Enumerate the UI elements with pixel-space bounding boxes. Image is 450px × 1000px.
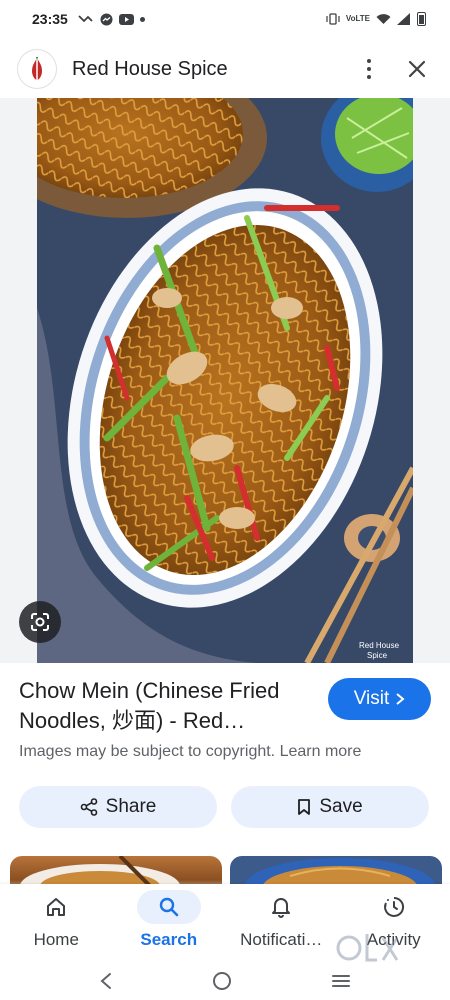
signal-icon	[397, 13, 410, 25]
chevron-right-icon	[396, 693, 405, 705]
close-icon[interactable]	[402, 54, 432, 84]
save-label: Save	[319, 796, 363, 817]
share-label: Share	[105, 796, 157, 817]
nav-search[interactable]: Search	[113, 884, 226, 962]
nav-home-label: Home	[33, 930, 79, 949]
bell-icon	[272, 898, 291, 918]
nav-home[interactable]: Home	[0, 884, 113, 962]
volte-label: VoLTE	[346, 15, 370, 23]
related-image-thumbnail[interactable]	[10, 856, 222, 886]
activity-icon-wrap	[362, 890, 426, 924]
nav-search-label: Search	[140, 930, 198, 949]
save-button[interactable]: Save	[231, 786, 429, 828]
status-time: 23:35	[32, 11, 68, 27]
related-images	[0, 856, 450, 886]
visit-button[interactable]: Visit	[328, 678, 431, 720]
missed-call-icon	[78, 15, 93, 23]
chili-logo-icon[interactable]	[18, 50, 56, 88]
nav-notifications-label: Notificati…	[240, 930, 323, 949]
home-icon-wrap	[24, 890, 88, 924]
search-icon	[159, 897, 179, 917]
share-icon	[80, 798, 97, 816]
more-notifications-dot	[139, 16, 145, 22]
chow-mein-image[interactable]: Red House Spice	[37, 98, 413, 663]
notification-icons	[78, 13, 145, 26]
viewer-header: Red House Spice	[0, 42, 450, 96]
network-label: VoLTE	[345, 14, 370, 23]
recents-icon[interactable]	[331, 973, 351, 989]
status-bar: 23:35 VoLTE	[0, 0, 450, 38]
battery-icon	[417, 12, 426, 26]
activity-icon	[383, 896, 404, 917]
related-image-thumbnail[interactable]	[230, 856, 442, 886]
bookmark-icon	[298, 799, 311, 815]
google-lens-icon[interactable]	[19, 601, 61, 643]
share-button[interactable]: Share	[19, 786, 217, 828]
youtube-icon	[118, 13, 134, 25]
home-circle-icon[interactable]	[212, 971, 232, 991]
bell-icon-wrap	[249, 890, 313, 924]
wifi-icon	[376, 14, 391, 24]
back-icon[interactable]	[99, 972, 113, 990]
copyright-notice[interactable]: Images may be subject to copyright. Lear…	[19, 743, 361, 761]
svg-text:Spice: Spice	[367, 651, 388, 660]
more-vert-icon[interactable]	[354, 54, 384, 84]
status-right: VoLTE	[326, 12, 426, 26]
messenger-icon	[100, 13, 113, 25]
image-watermark-text: Red House	[359, 641, 400, 650]
nav-notifications[interactable]: Notificati…	[225, 884, 338, 962]
search-icon-wrap	[136, 890, 201, 924]
image-preview-area: Red House Spice	[0, 98, 450, 663]
result-title[interactable]: Chow Mein (Chinese Fried Noodles, 炒面) - …	[19, 676, 319, 736]
system-navigation-bar	[0, 962, 450, 1000]
site-title[interactable]: Red House Spice	[72, 58, 354, 81]
home-icon	[47, 898, 66, 916]
status-left: 23:35	[32, 11, 145, 27]
visit-label: Visit	[353, 688, 390, 709]
vibrate-icon	[326, 13, 340, 25]
